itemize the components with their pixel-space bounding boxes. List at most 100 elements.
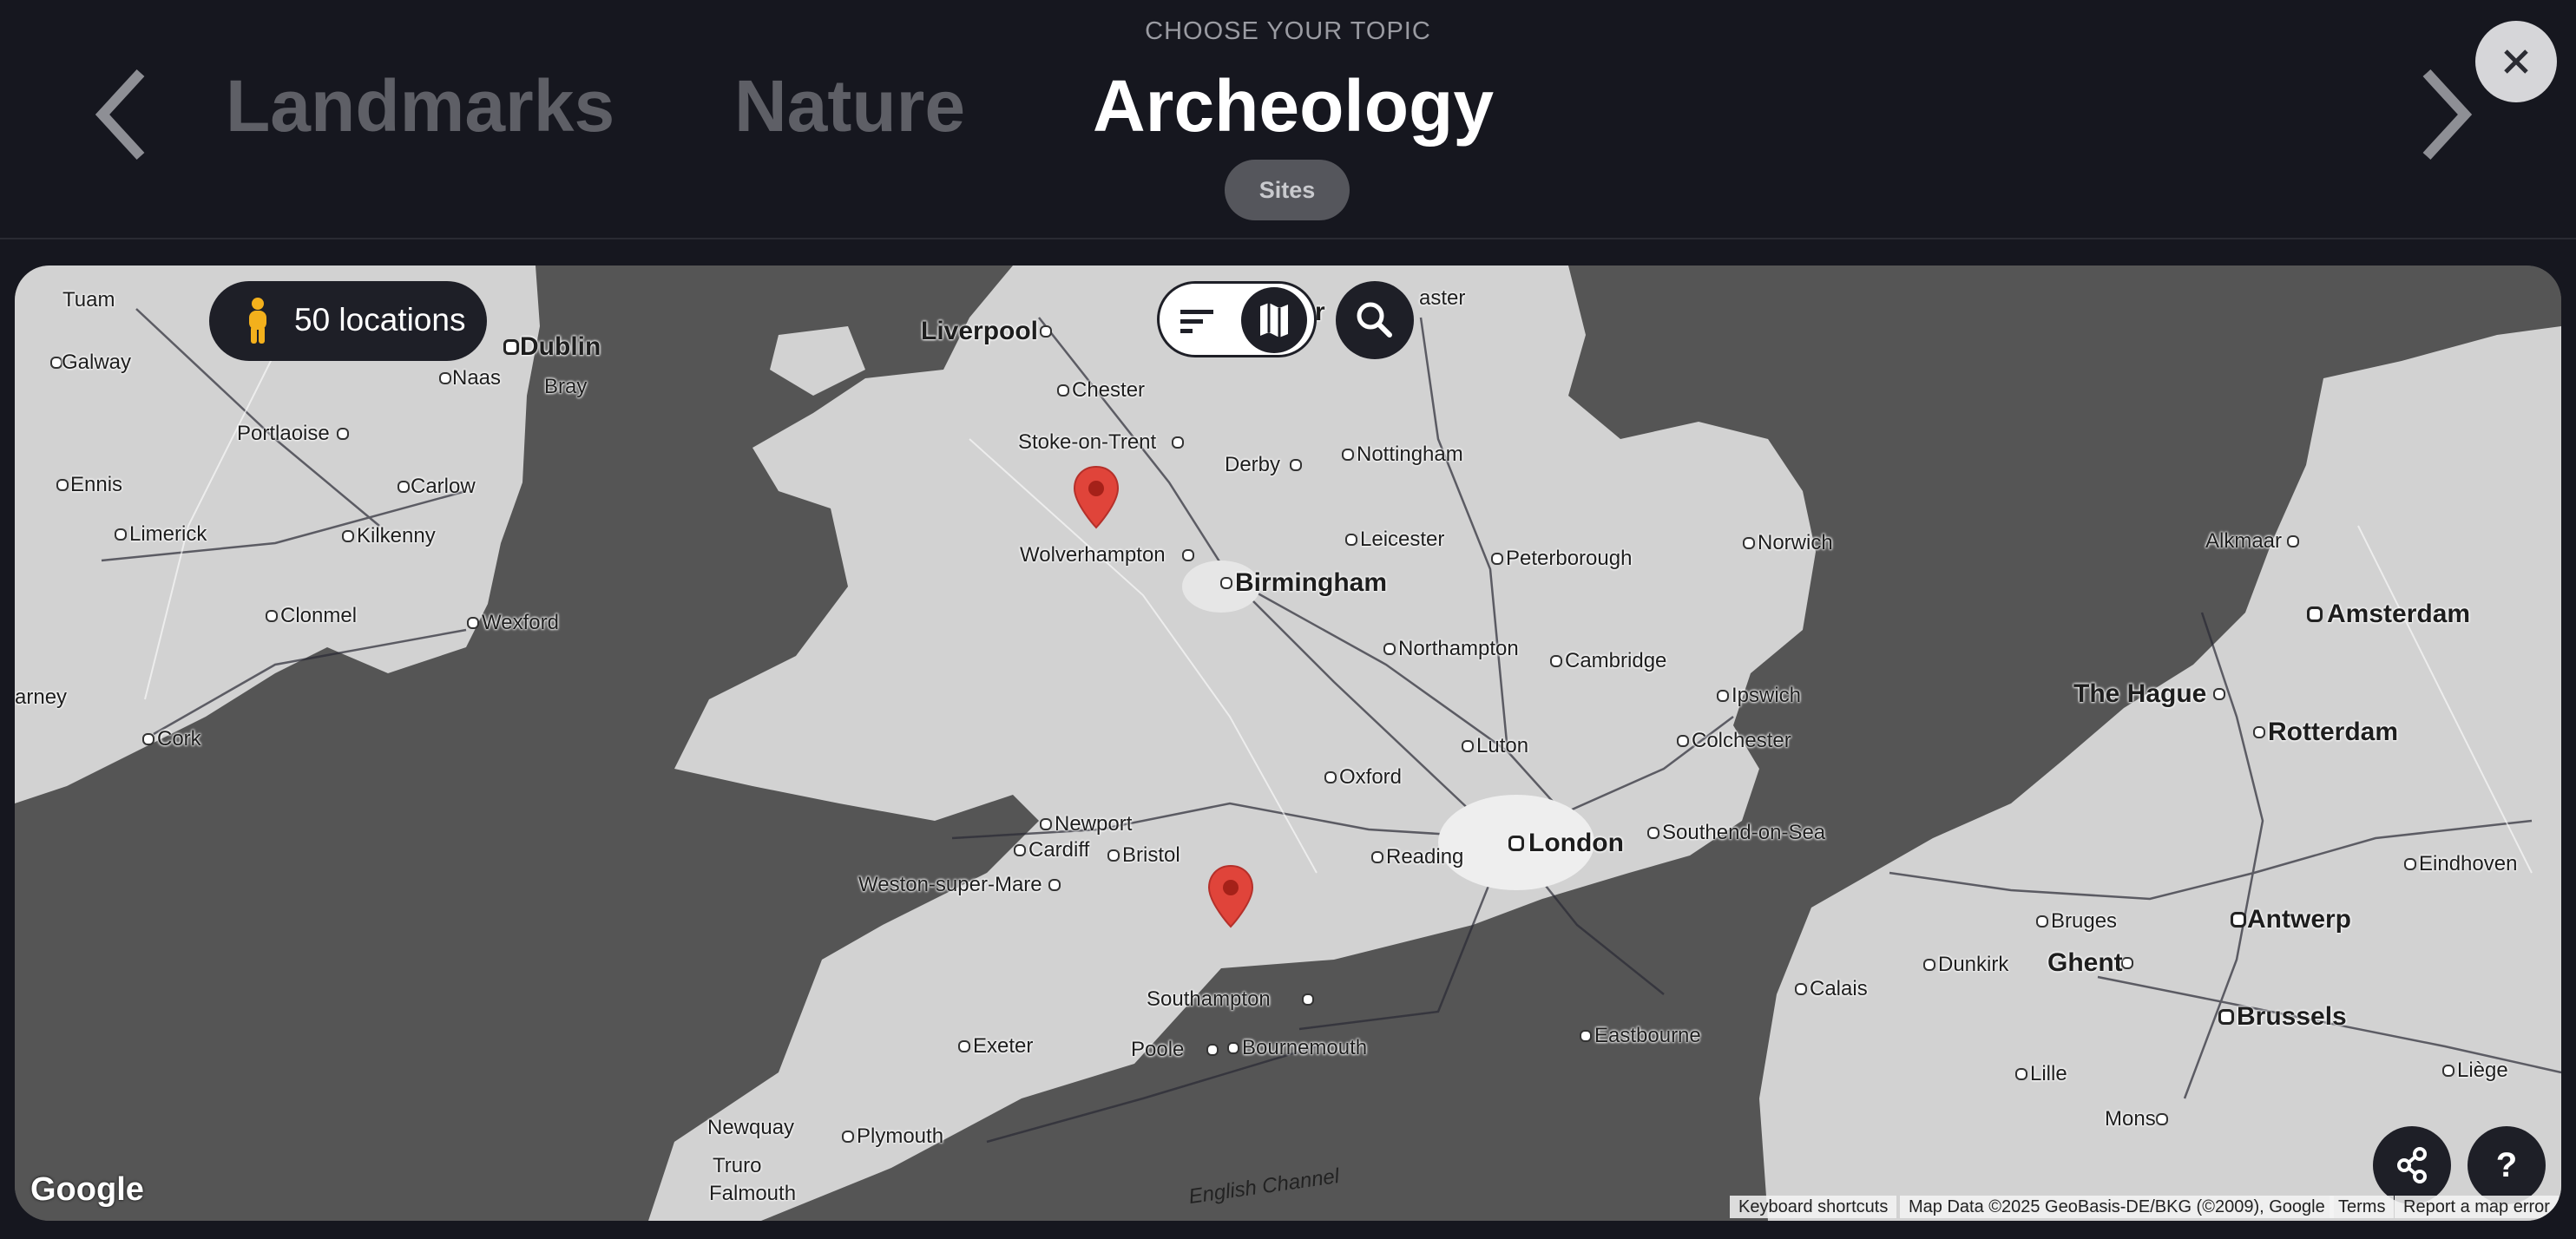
view-toggle <box>1157 281 1317 357</box>
city-dot <box>2213 688 2225 700</box>
city-label-falmouth: Falmouth <box>709 1182 797 1205</box>
map-pin-icon <box>1073 465 1120 529</box>
city-dot <box>1342 449 1354 461</box>
city-dot <box>1107 849 1120 862</box>
city-label-dunkirk: Dunkirk <box>1938 953 2009 976</box>
city-dot <box>1227 1042 1239 1054</box>
map-view-button[interactable] <box>1241 287 1307 353</box>
map-view[interactable]: Tuam Galway Dublin Naas Bray Portlaoise … <box>15 266 2561 1221</box>
city-dot <box>398 481 410 493</box>
city-label-exeter: Exeter <box>973 1034 1034 1058</box>
city-label-carlow: Carlow <box>411 475 476 498</box>
city-dot <box>1717 690 1729 702</box>
city-label-stoke: Stoke-on-Trent <box>1018 430 1157 454</box>
capital-dot <box>2307 606 2323 622</box>
previous-topic-button[interactable] <box>87 62 165 167</box>
city-dot <box>958 1040 970 1052</box>
city-label-southend: Southend-on-Sea <box>1662 821 1826 844</box>
city-dot <box>439 372 451 384</box>
topic-landmarks[interactable]: Landmarks <box>226 64 614 148</box>
city-label-norwich: Norwich <box>1758 531 1833 554</box>
sort-icon <box>1180 310 1213 333</box>
choose-topic-label: CHOOSE YOUR TOPIC <box>1145 17 1431 45</box>
topic-archeology[interactable]: Archeology <box>1093 64 1494 148</box>
terms-link[interactable]: Terms <box>2330 1196 2395 1218</box>
google-logo: Google <box>30 1171 144 1208</box>
city-dot <box>142 733 154 745</box>
map-base <box>15 266 2561 1221</box>
city-label-limerick: Limerick <box>129 522 207 546</box>
city-label-wolverhampton: Wolverhampton <box>1020 543 1166 567</box>
city-dot <box>1206 1044 1219 1056</box>
city-dot <box>1048 879 1061 891</box>
city-label-leicester: Leicester <box>1360 528 1445 551</box>
city-label-ennis: Ennis <box>70 473 123 496</box>
subtopic-sites-chip[interactable]: Sites <box>1225 160 1350 220</box>
close-icon <box>2504 49 2528 74</box>
city-dot <box>50 357 62 369</box>
help-icon: ? <box>2495 1146 2518 1184</box>
locations-count-label: 50 locations <box>294 302 466 338</box>
locations-count-button[interactable]: 50 locations <box>209 281 487 361</box>
city-dot <box>1491 553 1503 565</box>
map-icon <box>1260 303 1288 338</box>
city-label-bournemouth: Bournemouth <box>1242 1036 1368 1059</box>
city-label-mons: Mons <box>2105 1107 2156 1131</box>
city-label-northampton: Northampton <box>1398 637 1519 660</box>
city-label-liege: Liège <box>2457 1059 2508 1082</box>
city-label-reading: Reading <box>1386 845 1464 869</box>
city-label-rotterdam: Rotterdam <box>2268 718 2399 746</box>
city-dot <box>1462 740 1474 752</box>
city-label-oxford: Oxford <box>1339 765 1403 789</box>
city-label-dublin: Dublin <box>520 332 601 361</box>
search-icon <box>1357 302 1392 338</box>
sort-button[interactable] <box>1175 299 1219 343</box>
city-label-london: London <box>1528 829 1624 857</box>
city-dot <box>467 617 479 629</box>
city-label-portlaoise: Portlaoise <box>237 422 330 445</box>
city-dot <box>1172 436 1184 449</box>
city-dot <box>1923 959 1935 971</box>
city-dot <box>56 479 69 491</box>
city-label-cambridge: Cambridge <box>1565 649 1667 672</box>
city-dot <box>1345 534 1357 546</box>
city-dot <box>1302 993 1314 1006</box>
search-button[interactable] <box>1336 281 1414 359</box>
map-pin-marker[interactable] <box>1072 465 1120 531</box>
city-label-lille: Lille <box>2030 1062 2067 1085</box>
help-button[interactable]: ? <box>2468 1126 2546 1204</box>
topic-header: CHOOSE YOUR TOPIC Landmarks Nature Arche… <box>0 0 2576 239</box>
city-label-brussels: Brussels <box>2237 1002 2347 1031</box>
city-label-tuam: Tuam <box>62 288 115 311</box>
city-dot <box>1677 735 1689 747</box>
capital-dot <box>2218 1009 2234 1025</box>
city-label-the-hague: The Hague <box>2073 679 2207 708</box>
city-dot <box>2156 1113 2168 1125</box>
city-label-bruges: Bruges <box>2051 909 2118 933</box>
city-dot <box>1014 844 1026 856</box>
city-dot <box>337 428 349 440</box>
next-topic-button[interactable] <box>2402 62 2481 167</box>
city-label-newport: Newport <box>1055 812 1133 836</box>
city-label-liverpool: Liverpool <box>921 317 1039 345</box>
share-button[interactable] <box>2373 1126 2451 1204</box>
keyboard-shortcuts-link[interactable]: Keyboard shortcuts <box>1730 1196 1897 1218</box>
map-pin-marker[interactable] <box>1206 864 1255 930</box>
city-label-clonmel: Clonmel <box>280 604 358 627</box>
chevron-right-icon <box>2422 69 2473 161</box>
city-dot <box>2404 858 2416 870</box>
city-dot <box>1040 818 1052 830</box>
topic-nature[interactable]: Nature <box>734 64 965 148</box>
report-map-error-link[interactable]: Report a map error <box>2395 1196 2559 1218</box>
city-dot <box>1383 643 1396 655</box>
city-label-wexford: Wexford <box>482 611 559 634</box>
city-dot <box>1550 655 1562 667</box>
city-label-plymouth: Plymouth <box>857 1124 944 1148</box>
chevron-left-icon <box>95 69 145 161</box>
city-label-birmingham: Birmingham <box>1235 568 1388 597</box>
city-label-amsterdam: Amsterdam <box>2327 600 2471 628</box>
city-dot <box>1647 827 1659 839</box>
city-label-cork: Cork <box>157 727 201 751</box>
close-button[interactable] <box>2475 21 2557 102</box>
city-label-ipswich: Ipswich <box>1732 684 1802 707</box>
